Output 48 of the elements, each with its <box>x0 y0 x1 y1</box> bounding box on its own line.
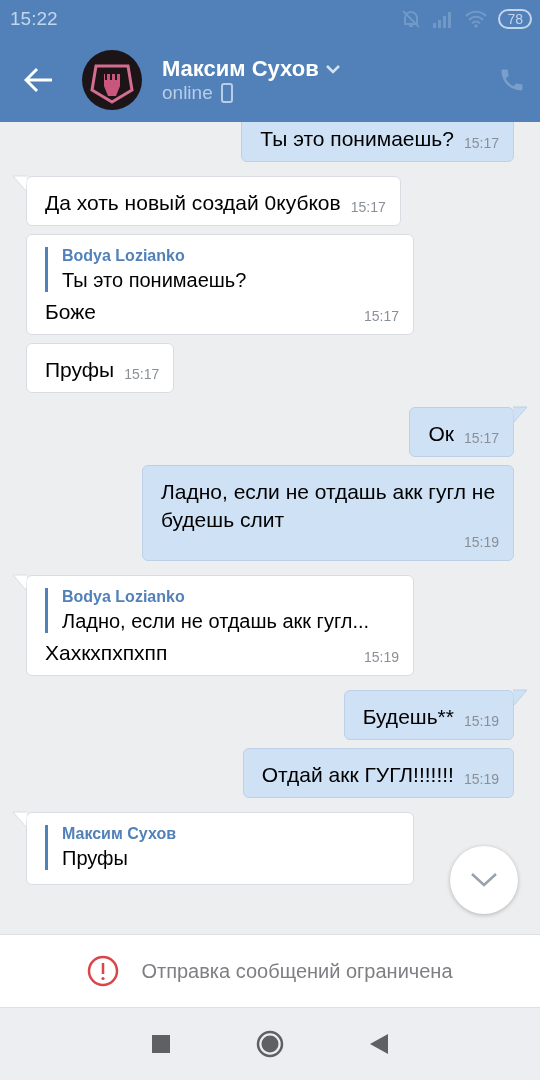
message-bubble[interactable]: Ладно, если не отдашь акк гугл не будешь слит 15:19 <box>142 465 514 561</box>
message-time: 15:19 <box>463 771 499 789</box>
message-text: Хахкхпхпхпп <box>45 640 168 666</box>
back-arrow-icon[interactable] <box>24 67 54 93</box>
online-status: online <box>162 82 213 104</box>
message-time: 15:17 <box>350 199 386 217</box>
message-bubble[interactable]: Максим Сухов Пруфы <box>26 812 414 885</box>
message-bubble[interactable]: Ты это понимаешь? 15:17 <box>241 122 514 162</box>
message-bubble[interactable]: Да хоть новый создай 0кубков 15:17 <box>26 176 401 226</box>
message-text: Ладно, если не отдашь акк гугл не будешь слит <box>161 479 497 533</box>
message-time: 15:19 <box>363 649 399 667</box>
quote-author: Bodya Lozianko <box>62 247 186 265</box>
message-text: Будешь** <box>362 704 454 730</box>
restriction-notice: Отправка сообщений ограничена <box>141 959 453 983</box>
message-time: 15:17 <box>463 135 499 153</box>
message-text: Боже <box>45 299 96 325</box>
quote-text: Пруфы <box>62 847 129 870</box>
message-text: Да хоть новый создай 0кубков <box>45 190 341 216</box>
back-icon[interactable] <box>370 1034 388 1054</box>
message-text: Ты это понимаешь? <box>260 126 454 152</box>
message-time: 15:17 <box>124 366 160 384</box>
quote-author: Максим Сухов <box>62 825 177 843</box>
chevron-down-icon <box>470 872 498 888</box>
phone-device-icon <box>220 83 233 103</box>
status-time: 15:22 <box>10 8 58 30</box>
quote-text: Ты это понимаешь? <box>62 269 248 292</box>
quote-text: Ладно, если не отдашь акк гугл... <box>62 610 371 633</box>
message-bubble[interactable]: Bodya Lozianko Ты это понимаешь? Боже 15:17 <box>26 234 414 335</box>
contact-name[interactable]: Максим Сухов <box>162 56 319 82</box>
message-bubble[interactable]: Bodya Lozianko Ладно, если не отдашь акк гугл... Хахкхпхпхпп 15:19 <box>26 575 414 676</box>
message-bubble[interactable]: Ок 15:17 <box>409 407 514 457</box>
message-bubble[interactable]: Отдай акк ГУГЛ!!!!!!! 15:19 <box>242 748 514 798</box>
message-time: 15:19 <box>463 534 499 552</box>
wifi-icon <box>464 10 489 28</box>
message-bubble[interactable]: Будешь** 15:19 <box>343 690 514 740</box>
warning-icon <box>87 955 120 987</box>
message-text: Ок <box>428 421 454 447</box>
chevron-down-icon[interactable] <box>324 64 341 74</box>
message-text: Отдай акк ГУГЛ!!!!!!! <box>261 762 454 788</box>
message-text: Пруфы <box>45 357 115 383</box>
home-icon[interactable] <box>256 1030 284 1058</box>
message-time: 15:17 <box>363 308 399 326</box>
message-time: 15:17 <box>463 430 499 448</box>
message-time: 15:19 <box>463 713 499 731</box>
quote-author: Bodya Lozianko <box>62 588 186 606</box>
message-bubble[interactable]: Пруфы 15:17 <box>26 343 175 393</box>
battery-level: 78 <box>498 9 532 29</box>
avatar[interactable] <box>82 50 142 110</box>
